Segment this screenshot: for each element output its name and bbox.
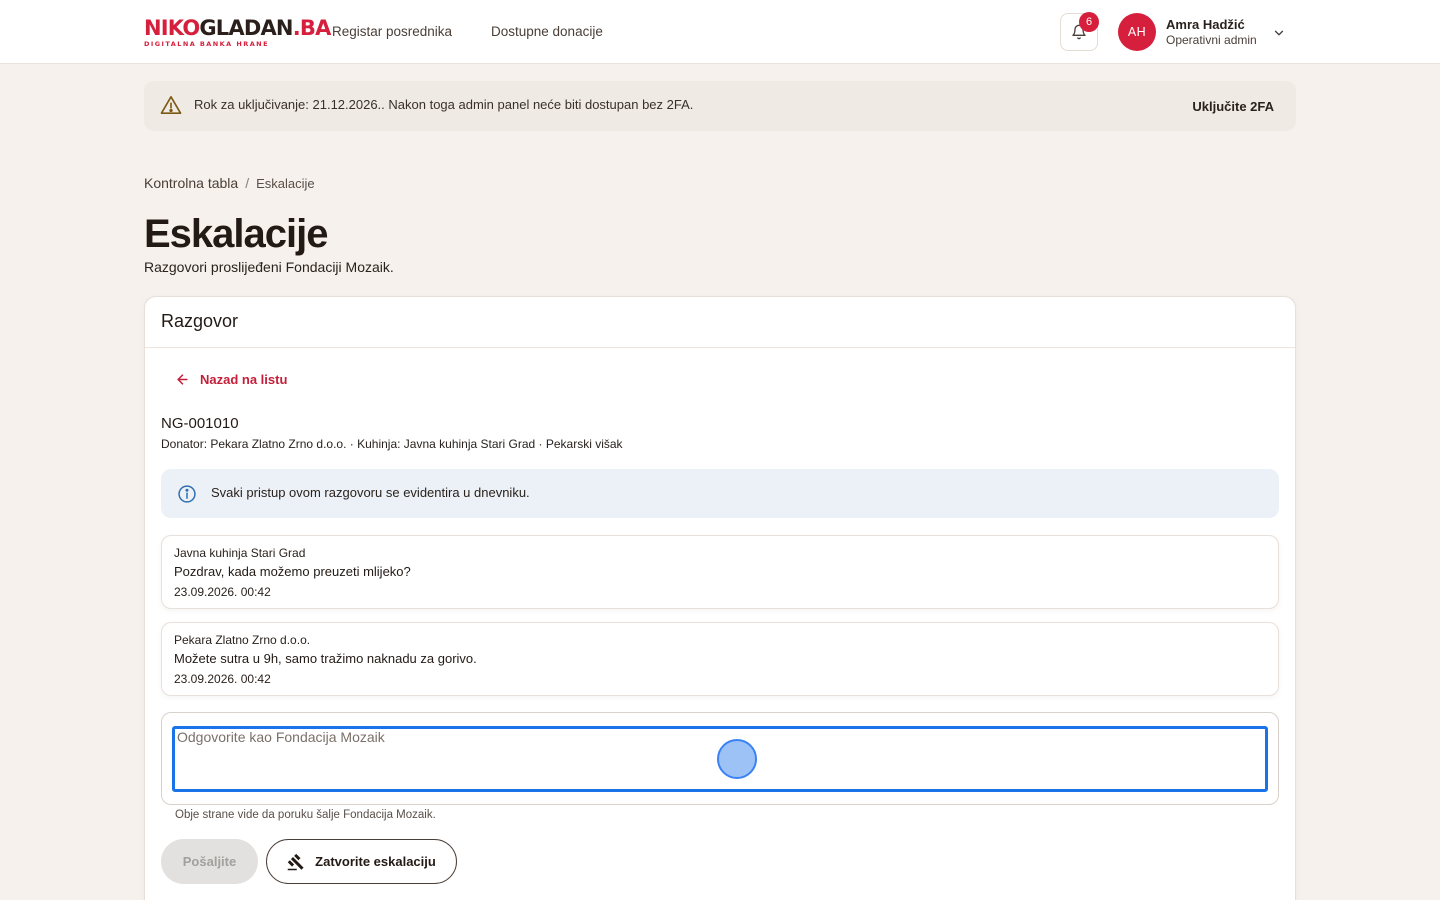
logo-part-3: .BA bbox=[292, 16, 332, 40]
reply-hint: Obje strane vide da poruku šalje Fondaci… bbox=[175, 809, 436, 821]
avatar[interactable]: AH bbox=[1118, 13, 1156, 51]
message-item: Pekara Zlatno Zrno d.o.o. Možete sutra u… bbox=[161, 622, 1279, 696]
logo-part-2: GLADAN bbox=[199, 16, 293, 40]
message-time: 23.09.2026. 00:42 bbox=[174, 672, 271, 686]
page-subtitle: Razgovori proslijeđeni Fondaciji Mozaik. bbox=[144, 259, 394, 275]
message-item: Javna kuhinja Stari Grad Pozdrav, kada m… bbox=[161, 535, 1279, 609]
logo[interactable]: NIKOGLADAN.BA DIGITALNA BANKA HRANE bbox=[144, 17, 331, 48]
top-bar: NIKOGLADAN.BA DIGITALNA BANKA HRANE Regi… bbox=[0, 0, 1440, 64]
conversation-meta: Donator: Pekara Zlatno Zrno d.o.o. · Kuh… bbox=[161, 437, 623, 451]
back-to-list-link[interactable]: Nazad na listu bbox=[175, 372, 287, 387]
close-escalation-button[interactable]: Zatvorite eskalaciju bbox=[266, 839, 457, 884]
notification-badge: 6 bbox=[1079, 12, 1099, 32]
logo-part-1: NIKO bbox=[144, 16, 200, 40]
breadcrumb-current: Eskalacije bbox=[256, 176, 315, 191]
chevron-down-icon[interactable] bbox=[1272, 26, 1286, 40]
message-author: Pekara Zlatno Zrno d.o.o. bbox=[174, 633, 311, 647]
back-to-list-label: Nazad na listu bbox=[200, 372, 288, 387]
conversation-card: Razgovor Nazad na listu NG-001010 Donato… bbox=[144, 296, 1296, 900]
user-name[interactable]: Amra Hadžić bbox=[1166, 17, 1245, 32]
user-role: Operativni admin bbox=[1166, 33, 1257, 47]
enable-2fa-button[interactable]: Uključite 2FA bbox=[1192, 99, 1274, 114]
message-time: 23.09.2026. 00:42 bbox=[174, 585, 271, 599]
warning-icon bbox=[160, 96, 182, 114]
logo-tagline: DIGITALNA BANKA HRANE bbox=[144, 40, 269, 48]
message-text: Pozdrav, kada možemo preuzeti mlijeko? bbox=[174, 564, 411, 579]
card-title: Razgovor bbox=[145, 297, 1295, 348]
breadcrumb-link-kontrolna-tabla[interactable]: Kontrolna tabla bbox=[144, 175, 238, 191]
gavel-icon bbox=[287, 853, 304, 870]
breadcrumb-separator: / bbox=[245, 175, 250, 191]
conversation-id: NG-001010 bbox=[161, 415, 239, 432]
reply-input[interactable] bbox=[172, 726, 1268, 792]
nav-registar-posrednika[interactable]: Registar posrednika bbox=[332, 24, 452, 39]
arrow-left-icon bbox=[177, 374, 188, 385]
breadcrumb: Kontrolna tabla / Eskalacije bbox=[144, 175, 315, 191]
reply-field-wrapper bbox=[161, 712, 1279, 805]
send-button[interactable]: Pošaljite bbox=[161, 839, 258, 884]
page-title: Eskalacije bbox=[144, 212, 328, 256]
info-icon bbox=[178, 485, 196, 503]
nav-dostupne-donacije[interactable]: Dostupne donacije bbox=[491, 24, 603, 39]
2fa-alert: Rok za uključivanje: 21.12.2026.. Nakon … bbox=[144, 81, 1296, 131]
close-escalation-label: Zatvorite eskalaciju bbox=[315, 854, 436, 869]
logo-wordmark: NIKOGLADAN.BA bbox=[144, 17, 331, 39]
message-text: Možete sutra u 9h, samo tražimo naknadu … bbox=[174, 651, 477, 666]
audit-info-box: Svaki pristup ovom razgovoru se evidenti… bbox=[161, 469, 1279, 518]
audit-info-text: Svaki pristup ovom razgovoru se evidenti… bbox=[211, 485, 530, 500]
alert-text: Rok za uključivanje: 21.12.2026.. Nakon … bbox=[194, 97, 694, 112]
message-author: Javna kuhinja Stari Grad bbox=[174, 546, 306, 560]
